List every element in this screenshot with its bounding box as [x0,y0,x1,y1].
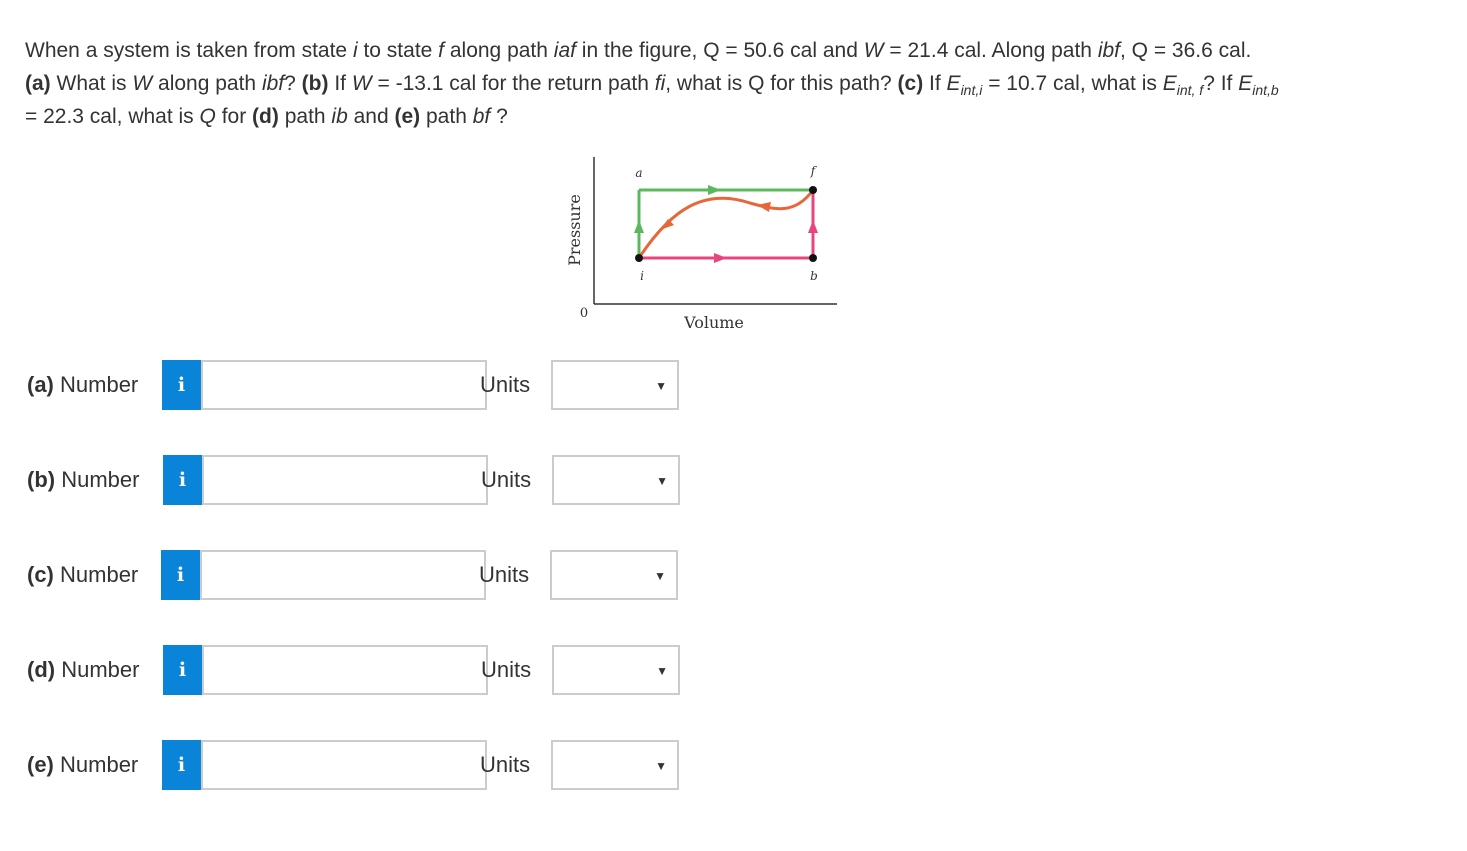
question-fragment: If [923,72,947,95]
number-input[interactable] [201,740,487,790]
question-fragment: W [863,39,884,62]
info-button[interactable]: i [161,550,200,600]
units-label: Units [480,372,531,397]
part-e-marker: (e) [394,105,421,128]
part-b-marker: (b) [301,72,329,95]
dropdown-arrow-icon: ▼ [655,759,667,773]
question-fragment: path [278,105,332,128]
state-point-f [809,186,817,194]
question-fragment: in the figure, Q = 50.6 cal and [575,39,864,62]
row-part: (b) [27,467,56,492]
state-point-b [809,254,817,262]
units-label: Units [479,562,530,587]
row-label: (d) Number [27,657,139,683]
arrow-bf [808,220,818,233]
number-input[interactable] [200,550,486,600]
info-button[interactable]: i [162,360,201,410]
question-subscript: int,b [1252,82,1279,98]
row-label: (e) Number [27,752,138,778]
question-fragment: E [1162,72,1177,95]
row-label-text: Number [61,657,140,682]
dropdown-arrow-icon: ▼ [655,379,667,393]
row-label: (b) Number [27,467,139,493]
row-label-text: Number [60,372,139,397]
row-part: (a) [27,372,54,397]
number-input[interactable] [202,455,488,505]
question-fragment: = 22.3 cal, what is [25,105,200,128]
question-fragment: ? [284,72,302,95]
question-subscript: int, f [1176,82,1204,98]
units-label: Units [481,467,532,492]
question-fragment: When a system is taken from state [25,39,353,62]
part-a-marker: (a) [25,72,51,95]
dropdown-arrow-icon: ▼ [656,664,668,678]
question-fragment: = 10.7 cal, what is [982,72,1163,95]
question-subscript: int,i [960,82,983,98]
units-select[interactable]: ▼ [551,360,679,410]
row-part: (d) [27,657,56,682]
question-text: When a system is taken from state i to s… [25,34,1425,133]
y-axis-label: Pressure [565,194,584,266]
units-select[interactable]: ▼ [552,455,680,505]
question-fragment: bf [472,105,491,128]
arrow-ia [634,220,644,233]
label-a: a [635,166,642,180]
question-fragment: ibf [1097,39,1120,62]
question-fragment: , Q = 36.6 cal. [1120,39,1252,62]
x-axis-label: Volume [683,313,744,332]
question-fragment: E [1238,72,1253,95]
row-label: (a) Number [27,372,138,398]
question-fragment: ib [331,105,348,128]
arrow-ib [714,253,727,263]
question-fragment: iaf [553,39,576,62]
question-fragment: along path [444,39,554,62]
state-point-i [635,254,643,262]
row-label-text: Number [60,562,139,587]
question-fragment: ibf [261,72,285,95]
question-fragment: to state [357,39,439,62]
label-f: f [810,164,818,178]
question-fragment: = -13.1 cal for the return path [371,72,655,95]
question-fragment: ? [490,105,508,128]
row-label-text: Number [60,752,139,777]
question-fragment: What is [50,72,133,95]
info-button[interactable]: i [163,455,202,505]
units-select[interactable]: ▼ [550,550,678,600]
row-label: (c) Number [27,562,138,588]
origin-label: 0 [580,306,588,321]
question-fragment: , what is Q for this path? [665,72,898,95]
units-select[interactable]: ▼ [551,740,679,790]
dropdown-arrow-icon: ▼ [656,474,668,488]
label-b: b [810,269,818,283]
question-fragment: for [215,105,253,128]
arrow-af [708,185,721,195]
question-fragment: E [946,72,961,95]
question-fragment: path [420,105,473,128]
question-fragment: and [347,105,395,128]
dropdown-arrow-icon: ▼ [654,569,666,583]
question-fragment: along path [152,72,262,95]
row-label-text: Number [61,467,140,492]
number-input[interactable] [201,360,487,410]
question-fragment: W [351,72,372,95]
question-fragment: = 21.4 cal. Along path [883,39,1098,62]
units-label: Units [480,752,531,777]
pv-diagram: Pressure Volume 0 a f i b [565,157,837,332]
units-select[interactable]: ▼ [552,645,680,695]
question-fragment: ? If [1203,72,1239,95]
info-button[interactable]: i [163,645,202,695]
arrow-fi [757,202,771,212]
row-part: (e) [27,752,54,777]
question-fragment: fi [654,72,666,95]
number-input[interactable] [202,645,488,695]
units-label: Units [481,657,532,682]
row-part: (c) [27,562,54,587]
question-fragment: W [132,72,153,95]
question-fragment: Q [199,105,216,128]
label-i: i [640,269,644,283]
info-button[interactable]: i [162,740,201,790]
part-d-marker: (d) [252,105,279,128]
question-fragment: If [328,72,352,95]
part-c-marker: (c) [897,72,924,95]
